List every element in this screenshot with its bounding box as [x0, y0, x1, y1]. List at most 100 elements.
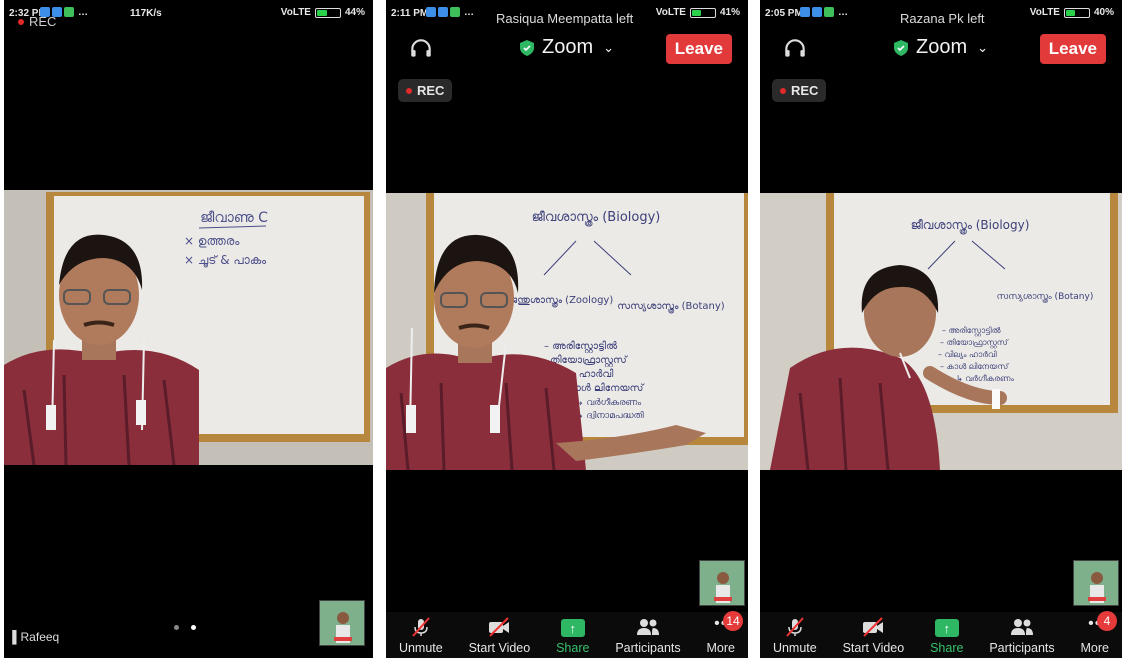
volte-label: VoLTE [1029, 7, 1060, 18]
left-notification: Rasiqua Meempatta left [496, 11, 634, 26]
speaker-video: ജീവശാസ്ത്രം (Biology) സസ്യശാസ്ത്രം (Bota… [760, 193, 1122, 470]
board-line-1: × ഉത്തരം [184, 234, 240, 248]
status-bar: 2:11 PM … Rasiqua Meempatta left VoLTE 4… [386, 0, 748, 26]
board-line-5: ↳ വർഗീകരണം [576, 397, 641, 408]
unmute-button[interactable]: Unmute [773, 617, 817, 655]
board-right-branch: സസ്യശാസ്ത്രം (Botany) [617, 301, 725, 314]
more-badge: 14 [723, 611, 743, 631]
self-view-thumbnail[interactable] [1073, 560, 1119, 606]
signal-icon: ▐ [8, 630, 17, 644]
board-line-3: – വില്യം ഹാർവി [938, 350, 997, 359]
recording-badge: REC [772, 79, 827, 102]
rec-label: REC [29, 14, 57, 29]
shield-icon [893, 39, 908, 56]
self-view-thumbnail[interactable] [319, 600, 365, 646]
volte-label: VoLTE [280, 7, 311, 18]
self-view-thumbnail[interactable] [699, 560, 745, 606]
meeting-topbar: Zoom ⌄ Leave [386, 32, 748, 66]
notification-icons: … [800, 7, 848, 18]
share-button[interactable]: ↑ Share [556, 619, 589, 655]
speaker-video: ജീവാണു C × ഉത്തരം × ചൂട് & പാകം [4, 190, 373, 465]
page-dot-1[interactable] [174, 625, 179, 630]
rec-label: REC [417, 83, 445, 98]
meeting-title-button[interactable]: Zoom ⌄ [893, 36, 989, 59]
meeting-title-button[interactable]: Zoom ⌄ [519, 36, 615, 59]
board-line-5: ↳ വർഗീകരണം [956, 374, 1015, 383]
mic-muted-icon [786, 617, 804, 637]
status-bar: 2:05 PM … Razana Pk left VoLTE 40% [760, 0, 1122, 26]
share-icon: ↑ [934, 619, 959, 637]
start-video-label: Start Video [468, 641, 531, 655]
board-title: ജീവശാസ്ത്രം (Biology) [532, 210, 661, 227]
phone-screen-2: 2:11 PM … Rasiqua Meempatta left VoLTE 4… [386, 0, 748, 658]
more-label: More [1080, 641, 1109, 655]
meeting-title: Zoom [541, 36, 594, 58]
participant-footer: ▐ Rafeeq [8, 630, 59, 644]
more-button[interactable]: •• 4 More [1080, 611, 1117, 655]
board-line-6: ↳ ദ്വിനാമപദ്ധതി [576, 410, 644, 421]
chevron-down-icon: ⌄ [977, 39, 989, 55]
battery-icon [314, 7, 341, 18]
page-indicator [174, 625, 196, 630]
rec-label: REC [791, 83, 819, 98]
board-title: ജീവാണു C [200, 210, 268, 226]
board-line-4: – കാൾ ലിനേയസ് [940, 362, 1010, 371]
status-right: VoLTE 40% [1030, 7, 1114, 18]
status-right: VoLTE 44% [281, 7, 365, 18]
meeting-toolbar: Unmute Start Video ↑ Share Participants … [386, 611, 748, 658]
meeting-toolbar: Unmute Start Video ↑ Share Participants … [760, 611, 1122, 658]
start-video-button[interactable]: Start Video [843, 617, 904, 655]
battery-percent: 41% [719, 7, 740, 18]
chevron-down-icon: ⌄ [603, 39, 615, 55]
status-right: VoLTE 41% [656, 7, 740, 18]
status-time: 2:05 PM [765, 8, 803, 19]
share-label: Share [930, 641, 964, 655]
headset-icon[interactable] [408, 36, 434, 62]
participants-button[interactable]: Participants [989, 617, 1055, 655]
battery-icon [689, 7, 716, 18]
leave-button[interactable]: Leave [665, 34, 732, 64]
participants-label: Participants [989, 641, 1055, 655]
participants-icon [1010, 619, 1033, 635]
rec-dot-icon [406, 87, 412, 94]
board-title: ജീവശാസ്ത്രം (Biology) [911, 218, 1030, 234]
network-speed: 117K/s [130, 8, 162, 19]
recording-badge: REC [14, 12, 60, 31]
headset-icon[interactable] [782, 36, 808, 62]
board-left-branch: ജന്തുശാസ്ത്രം (Zoology) [509, 295, 614, 308]
more-button[interactable]: •• 14 More [706, 611, 743, 655]
battery-percent: 40% [1093, 7, 1114, 18]
share-label: Share [556, 641, 590, 655]
more-badge: 4 [1097, 611, 1117, 631]
participant-name: Rafeeq [20, 630, 60, 644]
board-line-2: × ചൂട് & പാകം [184, 253, 267, 268]
participants-button[interactable]: Participants [615, 617, 681, 655]
start-video-button[interactable]: Start Video [468, 617, 531, 655]
meeting-topbar: Zoom ⌄ Leave [760, 32, 1122, 66]
battery-percent: 44% [344, 7, 365, 18]
participants-icon [636, 619, 659, 635]
phone-screen-1: 2:32 PM … 117K/s VoLTE 44% REC ജീവാണു C … [4, 0, 373, 658]
shield-icon [519, 39, 534, 56]
video-off-icon [863, 617, 884, 637]
share-icon: ↑ [560, 619, 585, 637]
phone-screen-3: 2:05 PM … Razana Pk left VoLTE 40% Zoom … [760, 0, 1122, 658]
participants-label: Participants [615, 641, 681, 655]
battery-icon [1063, 7, 1090, 18]
rec-dot-icon [18, 18, 24, 25]
status-time: 2:11 PM [391, 8, 429, 19]
notification-icons: … [426, 7, 474, 18]
speaker-video: ജീവശാസ്ത്രം (Biology) ജന്തുശാസ്ത്രം (Zoo… [386, 193, 748, 470]
video-off-icon [489, 617, 510, 637]
meeting-title: Zoom [915, 36, 968, 58]
unmute-button[interactable]: Unmute [399, 617, 443, 655]
left-notification: Razana Pk left [900, 11, 985, 26]
board-right-branch: സസ്യശാസ്ത്രം (Botany) [997, 292, 1094, 303]
page-dot-2[interactable] [191, 625, 196, 630]
mic-muted-icon [412, 617, 430, 637]
share-button[interactable]: ↑ Share [930, 619, 963, 655]
unmute-label: Unmute [772, 641, 817, 655]
recording-badge: REC [398, 79, 453, 102]
more-label: More [706, 641, 735, 655]
leave-button[interactable]: Leave [1039, 34, 1106, 64]
